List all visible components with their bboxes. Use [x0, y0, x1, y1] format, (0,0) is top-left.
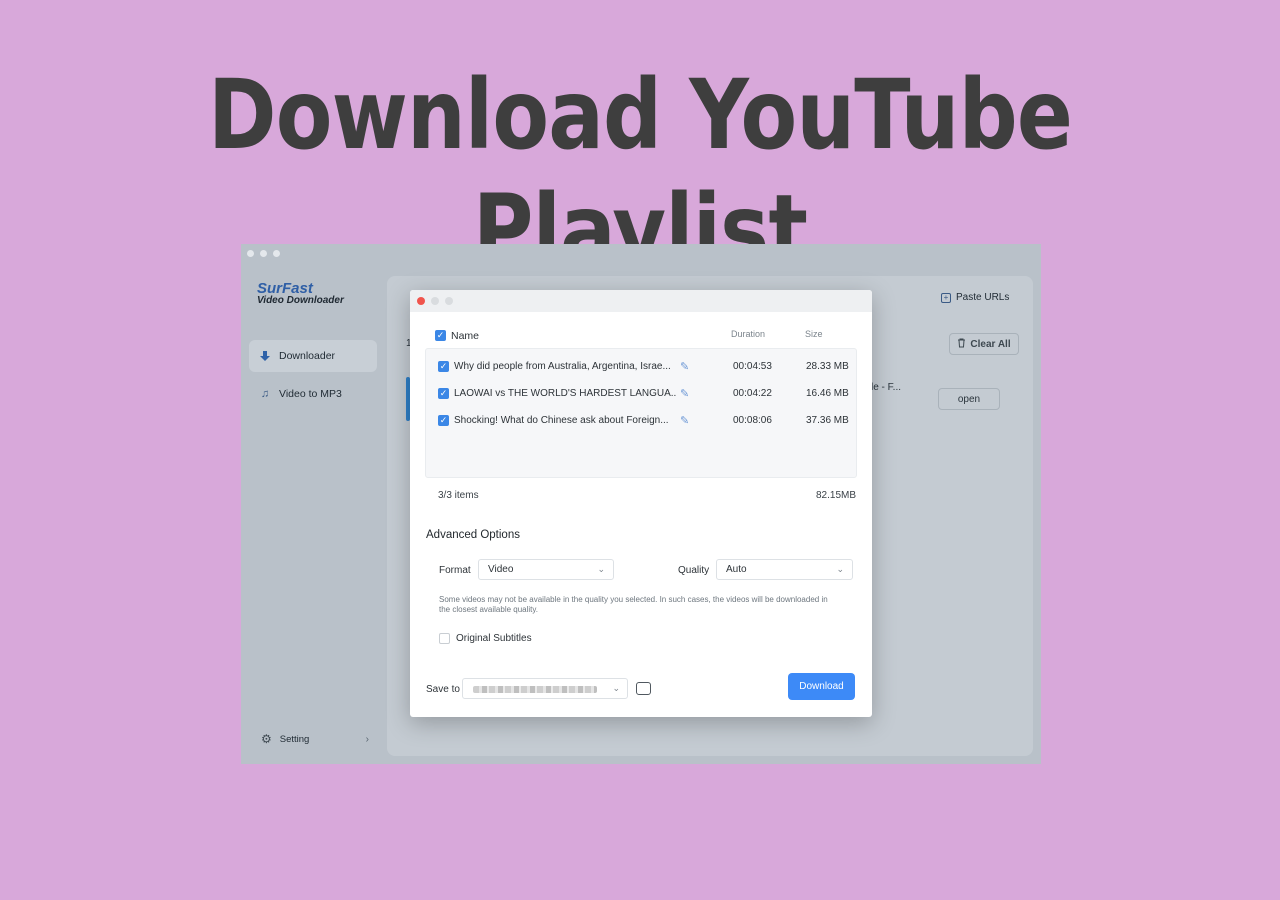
item-title: Shocking! What do Chinese ask about Fore…: [454, 415, 669, 426]
items-count: 3/3 items: [438, 490, 479, 501]
save-to-label: Save to: [426, 684, 460, 695]
pencil-icon[interactable]: ✎: [680, 360, 689, 373]
item-duration: 00:04:53: [733, 361, 772, 372]
subtitles-checkbox[interactable]: [439, 633, 450, 644]
sidebar-item-label: Downloader: [279, 350, 336, 362]
paste-urls-label: Paste URLs: [956, 292, 1010, 303]
clear-all-label: Clear All: [970, 338, 1011, 350]
chevron-down-icon: ⌄: [612, 683, 620, 693]
quality-select[interactable]: Auto ⌄: [716, 559, 853, 580]
chevron-down-icon: ⌄: [836, 564, 844, 574]
paste-urls-button[interactable]: + Paste URLs: [941, 292, 1009, 303]
zoom-window-dot[interactable]: [273, 250, 280, 257]
list-item[interactable]: ✓ Why did people from Australia, Argenti…: [426, 353, 858, 380]
item-title: LAOWAI vs THE WORLD'S HARDEST LANGUA...: [454, 388, 676, 399]
setting-button[interactable]: ⚙ Setting ›: [261, 732, 369, 746]
blurred-path: [473, 686, 597, 693]
item-checkbox[interactable]: ✓: [438, 415, 449, 426]
plus-square-icon: +: [941, 292, 951, 303]
original-subtitles-option[interactable]: Original Subtitles: [439, 633, 532, 644]
sidebar-item-label: Video to MP3: [279, 388, 342, 400]
select-all-checkbox[interactable]: ✓: [435, 330, 446, 341]
dialog-zoom-dot[interactable]: [445, 297, 453, 305]
download-arrow-icon: [259, 350, 271, 362]
open-button[interactable]: open: [938, 388, 1000, 410]
folder-icon[interactable]: [636, 682, 651, 695]
format-label: Format: [439, 565, 471, 576]
quality-label: Quality: [678, 565, 710, 576]
app-logo-subtitle: Video Downloader: [257, 295, 344, 306]
save-path-select[interactable]: ⌄: [462, 678, 628, 699]
sidebar-item-downloader[interactable]: Downloader: [249, 340, 377, 372]
setting-label: Setting: [279, 733, 310, 745]
item-size: 37.36 MB: [806, 415, 849, 426]
window-controls: [247, 250, 280, 257]
gear-icon: ⚙: [261, 732, 272, 746]
subtitles-label: Original Subtitles: [456, 633, 532, 644]
item-title: Why did people from Australia, Argentina…: [454, 361, 671, 372]
sidebar-item-video-to-mp3[interactable]: ♫ Video to MP3: [249, 378, 377, 410]
item-checkbox[interactable]: ✓: [438, 361, 449, 372]
pencil-icon[interactable]: ✎: [680, 414, 689, 427]
dialog-close-dot[interactable]: [417, 297, 425, 305]
chevron-down-icon: ⌄: [597, 564, 605, 574]
item-duration: 00:04:22: [733, 388, 772, 399]
task-title-fragment: le - F...: [871, 382, 902, 393]
trash-icon: [957, 338, 966, 351]
chevron-right-icon: ›: [365, 733, 369, 745]
format-select[interactable]: Video ⌄: [478, 559, 614, 580]
column-header-duration: Duration: [731, 329, 766, 339]
clear-all-button[interactable]: Clear All: [949, 333, 1019, 355]
quality-note: Some videos may not be available in the …: [439, 595, 828, 614]
item-duration: 00:08:06: [733, 415, 772, 426]
video-list: ✓ Why did people from Australia, Argenti…: [425, 348, 857, 478]
list-item[interactable]: ✓ LAOWAI vs THE WORLD'S HARDEST LANGUA..…: [426, 380, 858, 407]
total-size: 82.15MB: [816, 490, 857, 501]
close-window-dot[interactable]: [247, 250, 254, 257]
pencil-icon[interactable]: ✎: [680, 387, 689, 400]
item-size: 16.46 MB: [806, 388, 849, 399]
music-note-icon: ♫: [260, 388, 270, 400]
quality-value: Auto: [726, 564, 747, 575]
download-dialog: ✓ Name Duration Size ✓ Why did people fr…: [410, 290, 872, 717]
dialog-titlebar: [410, 290, 872, 312]
minimize-window-dot[interactable]: [260, 250, 267, 257]
format-value: Video: [488, 564, 514, 575]
column-header-size: Size: [805, 329, 823, 339]
list-item[interactable]: ✓ Shocking! What do Chinese ask about Fo…: [426, 407, 858, 434]
download-button[interactable]: Download: [788, 673, 855, 700]
column-header-name: Name: [451, 330, 480, 342]
item-size: 28.33 MB: [806, 361, 849, 372]
advanced-options-title: Advanced Options: [426, 529, 520, 541]
dialog-minimize-dot[interactable]: [431, 297, 439, 305]
item-checkbox[interactable]: ✓: [438, 388, 449, 399]
